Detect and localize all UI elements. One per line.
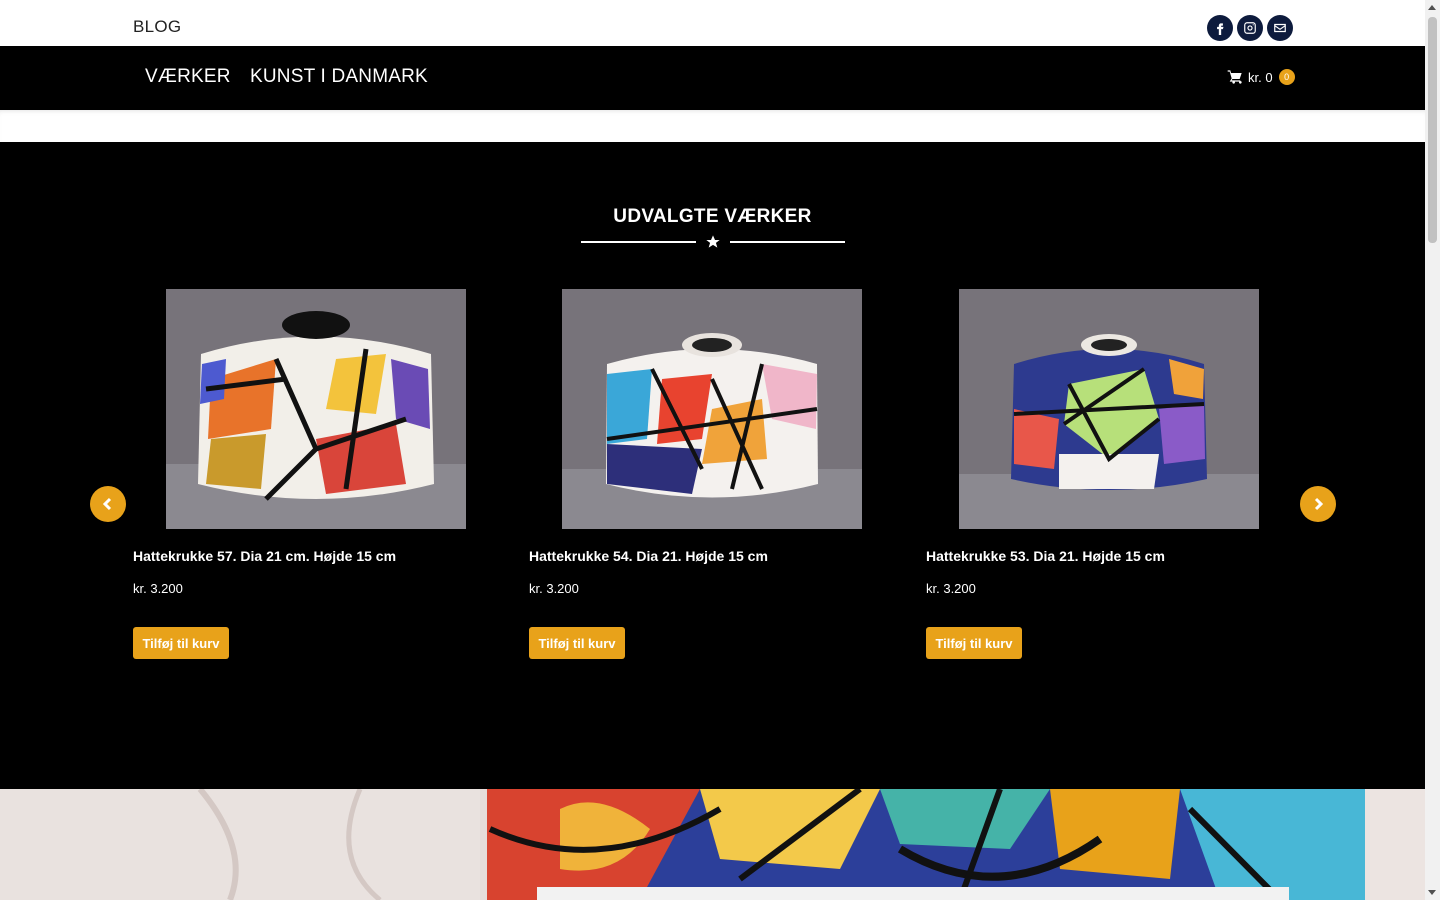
nav-item-kunst-i-danmark[interactable]: KUNST I DANMARK (250, 66, 428, 88)
instagram-icon[interactable] (1237, 15, 1263, 41)
mail-icon[interactable] (1267, 15, 1293, 41)
product-price: kr. 3.200 (133, 581, 183, 596)
chevron-right-icon (1314, 497, 1324, 511)
cart-button[interactable]: kr. 0 0 (1227, 69, 1295, 85)
blog-link[interactable]: BLOG (133, 17, 181, 37)
add-to-cart-button[interactable]: Tilføj til kurv (926, 627, 1022, 659)
product-image[interactable] (959, 289, 1259, 529)
featured-section: UDVALGTE VÆRKER Hattekrukke 57. Dia 21 c… (0, 142, 1425, 789)
social-links (1207, 15, 1293, 41)
title-divider (581, 234, 845, 250)
top-bar: BLOG (0, 0, 1425, 46)
product-image[interactable] (562, 289, 862, 529)
cart-icon (1227, 70, 1242, 84)
scroll-down-arrow[interactable] (1428, 890, 1436, 895)
product-image[interactable] (166, 289, 466, 529)
section-title: UDVALGTE VÆRKER (613, 206, 812, 227)
product-price: kr. 3.200 (926, 581, 976, 596)
product-name[interactable]: Hattekrukke 54. Dia 21. Højde 15 cm (529, 548, 768, 564)
product-name[interactable]: Hattekrukke 57. Dia 21 cm. Højde 15 cm (133, 548, 396, 564)
scroll-up-arrow[interactable] (1428, 5, 1436, 10)
star-icon (706, 235, 720, 248)
carousel-next-button[interactable] (1300, 486, 1336, 522)
product-price: kr. 3.200 (529, 581, 579, 596)
add-to-cart-button[interactable]: Tilføj til kurv (529, 627, 625, 659)
carousel-prev-button[interactable] (90, 486, 126, 522)
scroll-thumb[interactable] (1428, 17, 1437, 243)
cart-total: kr. 0 (1248, 69, 1273, 85)
facebook-icon[interactable] (1207, 15, 1233, 41)
header-spacer (0, 110, 1425, 142)
add-to-cart-button[interactable]: Tilføj til kurv (133, 627, 229, 659)
hero-image (0, 789, 1425, 900)
chevron-left-icon (102, 497, 112, 511)
product-name[interactable]: Hattekrukke 53. Dia 21. Højde 15 cm (926, 548, 1165, 564)
cart-count-badge: 0 (1278, 69, 1295, 85)
nav-item-vaerker[interactable]: VÆRKER (145, 66, 231, 88)
main-nav: VÆRKER KUNST I DANMARK kr. 0 0 (0, 46, 1425, 110)
page-scrollbar[interactable] (1425, 0, 1440, 900)
